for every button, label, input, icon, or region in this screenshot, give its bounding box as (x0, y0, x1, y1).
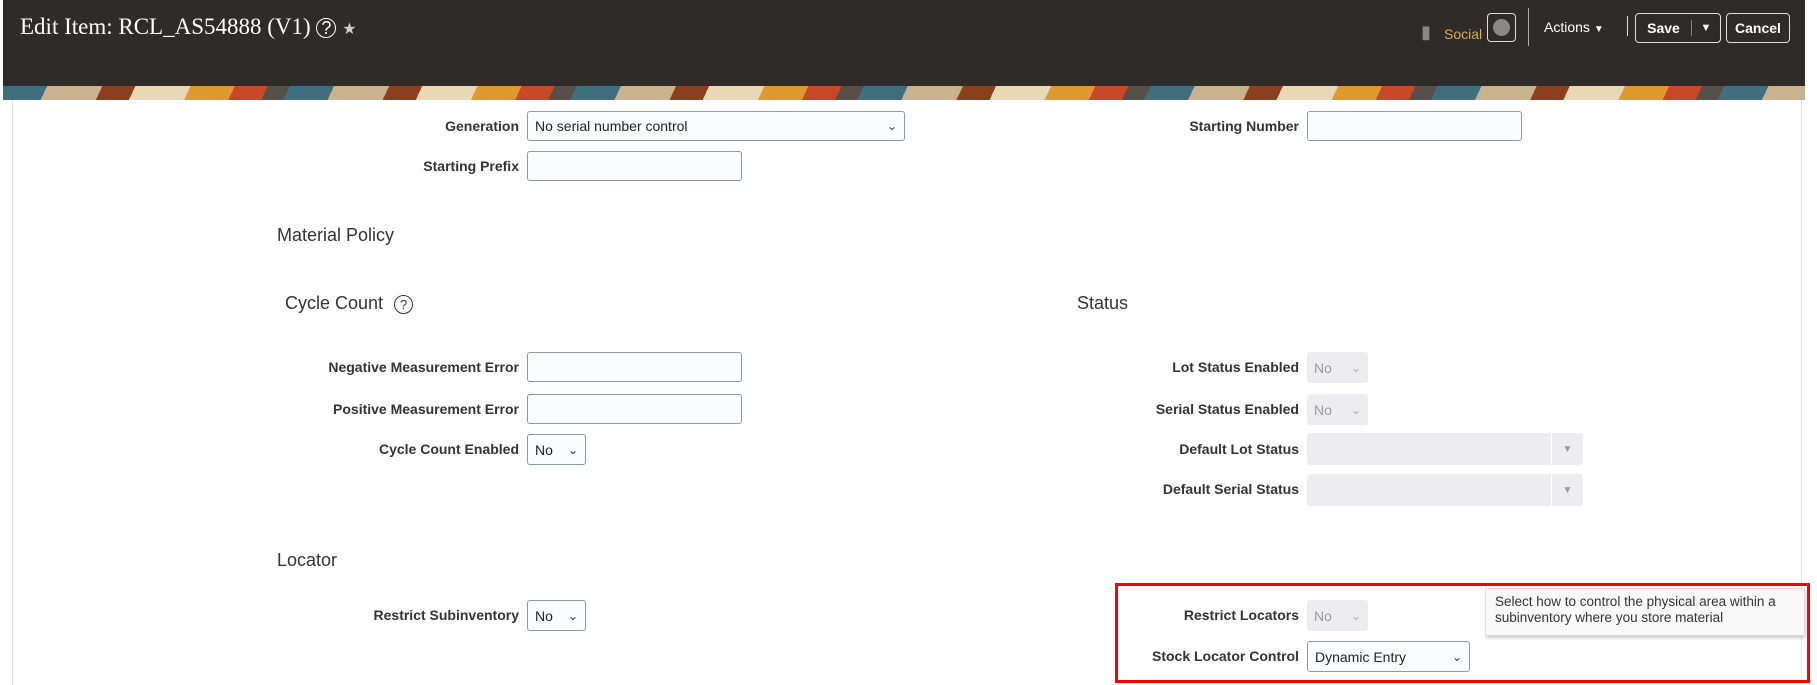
default-lot-status-label: Default Lot Status (1179, 441, 1299, 457)
actions-label: Actions (1544, 19, 1590, 35)
lot-status-enabled-select[interactable]: No ⌄ (1307, 352, 1368, 383)
chevron-down-icon: ⌄ (567, 608, 578, 623)
cycle-count-heading: Cycle Count ? (285, 293, 414, 314)
social-icon[interactable]: ▮ (1421, 22, 1431, 43)
default-serial-status-label: Default Serial Status (1162, 481, 1299, 497)
starting-prefix-input[interactable] (527, 151, 742, 181)
positive-error-input[interactable] (527, 394, 742, 424)
dropdown-arrow-icon[interactable]: ▼ (1551, 433, 1583, 465)
favorite-star-icon[interactable]: ★ (342, 21, 356, 38)
restrict-subinventory-select[interactable]: No ⌄ (527, 600, 586, 631)
lot-status-enabled-value: No (1314, 359, 1332, 376)
globe-icon (1493, 19, 1510, 36)
tooltip-text: Select how to control the physical area … (1495, 594, 1776, 625)
generation-value: No serial number control (535, 118, 688, 134)
tooltip: Select how to control the physical area … (1485, 588, 1805, 636)
cycle-count-enabled-select[interactable]: No ⌄ (527, 434, 586, 465)
chevron-down-icon: ⌄ (1451, 649, 1462, 664)
stock-locator-control-label: Stock Locator Control (1151, 648, 1299, 664)
serial-status-enabled-select[interactable]: No ⌄ (1307, 394, 1368, 425)
globe-button[interactable] (1487, 13, 1516, 42)
generation-select[interactable]: No serial number control ⌄ (527, 111, 905, 141)
help-icon[interactable]: ? (316, 18, 337, 38)
cycle-count-enabled-label: Cycle Count Enabled (378, 441, 519, 457)
save-button[interactable]: Save (1636, 20, 1692, 36)
serial-status-enabled-label: Serial Status Enabled (1155, 401, 1299, 417)
lot-status-enabled-label: Lot Status Enabled (1172, 359, 1299, 375)
page-header (3, 0, 1805, 86)
social-link[interactable]: Social (1444, 26, 1482, 42)
caret-down-icon: ▼ (1593, 24, 1604, 35)
help-icon[interactable]: ? (394, 295, 414, 314)
locator-heading: Locator (277, 550, 338, 570)
positive-error-label: Positive Measurement Error (333, 401, 519, 417)
starting-number-input[interactable] (1307, 111, 1522, 141)
serial-status-enabled-value: No (1314, 401, 1332, 418)
save-dropdown-icon[interactable]: ▼ (1692, 22, 1720, 34)
chevron-down-icon: ⌄ (1350, 608, 1361, 623)
content-border-left (12, 100, 13, 685)
default-serial-status-combobox[interactable]: ▼ (1307, 474, 1583, 506)
negative-error-input[interactable] (527, 352, 742, 382)
chevron-down-icon: ⌄ (567, 442, 578, 457)
chevron-down-icon: ⌄ (1350, 402, 1361, 417)
restrict-locators-label: Restrict Locators (1183, 607, 1299, 623)
dropdown-arrow-icon[interactable]: ▼ (1551, 474, 1583, 506)
save-button-group: Save ▼ (1635, 13, 1721, 43)
header-banner (3, 86, 1805, 100)
restrict-locators-select[interactable]: No ⌄ (1307, 600, 1368, 631)
negative-error-label: Negative Measurement Error (328, 359, 519, 375)
restrict-subinventory-label: Restrict Subinventory (373, 607, 519, 623)
cycle-count-enabled-value: No (535, 441, 553, 458)
restrict-subinventory-value: No (535, 607, 553, 624)
stock-locator-control-value: Dynamic Entry (1315, 648, 1407, 665)
restrict-locators-value: No (1314, 607, 1332, 624)
divider (1627, 16, 1628, 36)
page-title: Edit Item: RCL_AS54888 (V1) ? ★ (20, 14, 357, 40)
cycle-count-title: Cycle Count (285, 293, 384, 313)
divider (1528, 8, 1529, 46)
page-title-text: Edit Item: RCL_AS54888 (V1) (20, 14, 311, 39)
chevron-down-icon: ⌄ (1350, 360, 1361, 375)
chevron-down-icon: ⌄ (886, 119, 897, 133)
default-lot-status-combobox[interactable]: ▼ (1307, 433, 1583, 465)
actions-menu[interactable]: Actions ▼ (1544, 19, 1604, 35)
generation-label: Generation (445, 118, 519, 134)
starting-prefix-label: Starting Prefix (423, 158, 519, 174)
status-heading: Status (1077, 293, 1129, 313)
stock-locator-control-select[interactable]: Dynamic Entry ⌄ (1307, 641, 1470, 672)
starting-number-label: Starting Number (1189, 118, 1299, 134)
material-policy-heading: Material Policy (277, 225, 395, 245)
cancel-button[interactable]: Cancel (1726, 13, 1790, 43)
